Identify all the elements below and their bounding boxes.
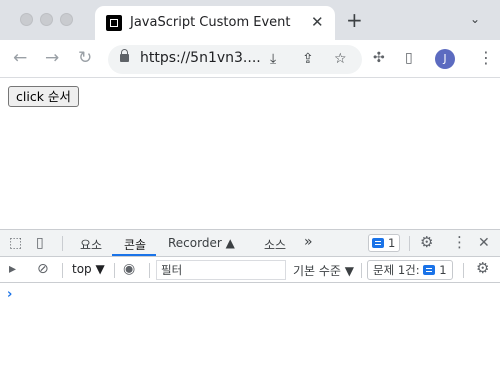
chat-icon [423, 265, 436, 275]
toolbar-divider [62, 263, 63, 278]
install-icon[interactable]: ⤓ [270, 51, 276, 67]
settings-gear-icon[interactable]: ⚙ [420, 234, 433, 250]
toolbar-divider [149, 263, 150, 278]
new-tab-button[interactable]: + [346, 10, 363, 30]
side-panel-icon[interactable]: ▯ [405, 50, 413, 66]
browser-toolbar: ← → ↻ https://5n1vn3.... ⤓ ⇪ ☆ ✣ ▯ J ⋮ [0, 40, 500, 78]
address-bar[interactable]: https://5n1vn3.... ⤓ ⇪ ☆ [108, 45, 362, 74]
issues-counter-button[interactable]: 문제 1건: 1 [367, 260, 453, 280]
lock-icon[interactable] [120, 49, 129, 62]
more-tabs-icon[interactable]: » [304, 234, 313, 250]
clear-console-icon[interactable]: ⊘ [37, 261, 49, 277]
click-order-button[interactable]: click 순서 [8, 86, 79, 107]
share-icon[interactable]: ⇪ [302, 51, 314, 67]
issues-badge-count: 1 [388, 236, 396, 250]
issues-label: 문제 1건: [373, 263, 420, 277]
devtools-menu-icon[interactable]: ⋮ [452, 234, 467, 250]
console-prompt-icon[interactable]: › [7, 287, 12, 302]
toolbar-divider [463, 263, 464, 278]
profile-avatar[interactable]: J [435, 49, 455, 69]
toolbar-divider [361, 263, 362, 278]
device-toolbar-icon[interactable]: ▯ [36, 235, 44, 251]
page-viewport: click 순서 [0, 79, 500, 229]
bookmark-star-icon[interactable]: ☆ [334, 51, 347, 67]
tab-title: JavaScript Custom Event [130, 15, 291, 30]
tab-recorder[interactable]: Recorder ▲ [168, 236, 235, 250]
browser-menu-icon[interactable]: ⋮ [478, 49, 494, 67]
back-button[interactable]: ← [13, 48, 27, 68]
issues-badge[interactable]: 1 [368, 234, 401, 252]
extensions-icon[interactable]: ✣ [373, 50, 385, 66]
console-toolbar: ▸ ⊘ top ▼ ◉ 기본 수준 ▼ 문제 1건: 1 ⚙ [0, 257, 500, 283]
tab-close-icon[interactable]: ✕ [311, 13, 324, 31]
issues-count: 1 [439, 263, 447, 277]
forward-button[interactable]: → [45, 48, 59, 68]
tab-console[interactable]: 콘솔 [124, 236, 146, 253]
context-selector[interactable]: top ▼ [72, 262, 105, 276]
toolbar-divider [62, 236, 63, 251]
console-sidebar-icon[interactable]: ▸ [9, 261, 16, 277]
console-settings-gear-icon[interactable]: ⚙ [476, 260, 489, 276]
tab-strip: JavaScript Custom Event ✕ + ⌄ [0, 0, 500, 40]
tab-search-icon[interactable]: ⌄ [470, 12, 480, 26]
tab-sources[interactable]: 소스 [264, 236, 286, 253]
devtools-panel: ⬚ ▯ 요소 콘솔 Recorder ▲ 소스 » 1 ⚙ ⋮ ✕ ▸ ⊘ to… [0, 229, 500, 376]
chat-icon [372, 238, 384, 248]
live-expression-eye-icon[interactable]: ◉ [123, 261, 135, 277]
devtools-tab-bar: ⬚ ▯ 요소 콘솔 Recorder ▲ 소스 » 1 ⚙ ⋮ ✕ [0, 230, 500, 257]
log-levels-dropdown[interactable]: 기본 수준 ▼ [293, 262, 354, 279]
reload-button[interactable]: ↻ [78, 48, 92, 68]
toolbar-divider [409, 236, 410, 251]
close-devtools-icon[interactable]: ✕ [478, 235, 490, 251]
toolbar-divider [114, 263, 115, 278]
tab-elements[interactable]: 요소 [80, 236, 102, 253]
inspect-element-icon[interactable]: ⬚ [9, 235, 22, 251]
url-text[interactable]: https://5n1vn3.... [140, 50, 261, 66]
minimize-window-button[interactable] [40, 13, 53, 26]
console-filter-input[interactable] [156, 260, 286, 280]
zoom-window-button[interactable] [60, 13, 73, 26]
page-favicon-icon [106, 15, 122, 31]
close-window-button[interactable] [20, 13, 33, 26]
browser-tab-active[interactable]: JavaScript Custom Event ✕ [95, 6, 335, 40]
active-tab-indicator [112, 254, 156, 256]
